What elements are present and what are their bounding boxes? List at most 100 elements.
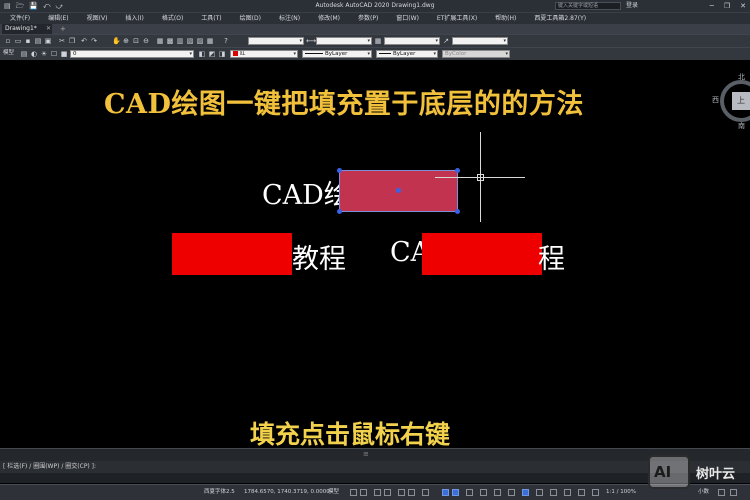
redo-tool-icon[interactable]: ↷ bbox=[90, 37, 98, 45]
mleader-style-icon[interactable]: ↗ bbox=[442, 37, 450, 45]
sheet-set-icon[interactable]: ▧ bbox=[186, 37, 194, 45]
menu-dimension[interactable]: 标注(N) bbox=[269, 13, 308, 24]
layer-previous-icon[interactable]: ◩ bbox=[208, 50, 216, 58]
search-input[interactable]: 键入关键字或短语 bbox=[555, 2, 621, 10]
dynamic-input-icon[interactable] bbox=[384, 489, 391, 496]
resize-grip-icon[interactable]: ≡ bbox=[363, 450, 369, 458]
command-input[interactable] bbox=[0, 473, 750, 483]
login-button[interactable]: 登录 bbox=[626, 0, 638, 12]
layer-select[interactable]: 0 ▾ bbox=[70, 50, 194, 58]
plotstyle-select[interactable]: ByColor ▾ bbox=[442, 50, 510, 58]
calculator-icon[interactable]: ▦ bbox=[206, 37, 214, 45]
hatch-fill-right[interactable] bbox=[422, 233, 542, 275]
annotation-scale-label[interactable]: 西夏字体2.5 bbox=[204, 485, 235, 500]
grip-bottom-left[interactable] bbox=[337, 209, 342, 214]
new-tab-icon[interactable]: + bbox=[60, 24, 66, 34]
command-line[interactable]: [ 栏选(F) / 圈围(WP) / 圈交(CP) ]: bbox=[0, 461, 750, 473]
tool-palettes-icon[interactable]: ▥ bbox=[176, 37, 184, 45]
menu-insert[interactable]: 插入(I) bbox=[115, 13, 151, 24]
menu-window[interactable]: 窗口(W) bbox=[386, 13, 427, 24]
undo-tool-icon[interactable]: ↶ bbox=[80, 37, 88, 45]
grip-bottom-right[interactable] bbox=[455, 209, 460, 214]
compass-west[interactable]: 西 bbox=[712, 95, 719, 105]
hatch-fill-left[interactable] bbox=[172, 233, 292, 275]
zoom-previous-icon[interactable]: ⊖ bbox=[142, 37, 150, 45]
snap-icon[interactable] bbox=[360, 489, 367, 496]
minimize-icon[interactable]: ─ bbox=[710, 0, 714, 12]
menu-xixia-toolbox[interactable]: 西夏工具箱2.87(Y) bbox=[524, 13, 594, 24]
dim-style-select[interactable]: ▾ bbox=[316, 37, 372, 45]
tab-close-icon[interactable]: ✕ bbox=[46, 24, 51, 34]
table-style-icon[interactable]: ▦ bbox=[374, 37, 382, 45]
auto-scale-icon[interactable] bbox=[564, 489, 571, 496]
annotation-visibility-icon[interactable] bbox=[550, 489, 557, 496]
layer-lock-icon[interactable]: ☐ bbox=[50, 50, 58, 58]
ortho-icon[interactable] bbox=[398, 489, 405, 496]
scale-readout[interactable]: 1:1 / 100% bbox=[606, 485, 636, 500]
help-icon[interactable]: ? bbox=[222, 37, 230, 45]
copy-icon[interactable]: ❐ bbox=[68, 37, 76, 45]
menu-file[interactable]: 文件(F) bbox=[0, 13, 38, 24]
menu-modify[interactable]: 修改(M) bbox=[308, 13, 348, 24]
mleader-style-select[interactable]: ▾ bbox=[452, 37, 508, 45]
compass-south[interactable]: 南 bbox=[738, 121, 745, 131]
menu-draw[interactable]: 绘图(D) bbox=[230, 13, 269, 24]
pan-icon[interactable]: ✋ bbox=[112, 37, 121, 45]
drawing-canvas[interactable]: CAD绘图一键把填充置于底层的的方法 CAD绘 教程 CA 程 上 北 西 南 … bbox=[0, 60, 750, 448]
text-style-select[interactable]: ▾ bbox=[248, 37, 304, 45]
zoom-window-icon[interactable]: ⊡ bbox=[132, 37, 140, 45]
grip-top-left[interactable] bbox=[337, 168, 342, 173]
menu-express-tools[interactable]: ET扩展工具(X) bbox=[427, 13, 485, 24]
text-line-1[interactable]: CAD绘 bbox=[262, 173, 351, 212]
grid-icon[interactable] bbox=[350, 489, 357, 496]
preview-icon[interactable]: ▣ bbox=[44, 37, 52, 45]
model-space-button[interactable]: 模型 bbox=[328, 485, 339, 500]
infer-icon[interactable] bbox=[374, 489, 381, 496]
make-current-icon[interactable]: ◧ bbox=[198, 50, 206, 58]
selection-cycling-icon[interactable] bbox=[494, 489, 501, 496]
3d-osnap-icon[interactable] bbox=[508, 489, 515, 496]
markup-icon[interactable]: ▨ bbox=[196, 37, 204, 45]
compass-north[interactable]: 北 bbox=[738, 72, 745, 82]
menu-tools[interactable]: 工具(T) bbox=[191, 13, 229, 24]
cut-icon[interactable]: ✂ bbox=[58, 37, 66, 45]
print-icon[interactable]: ▤ bbox=[34, 37, 42, 45]
text-line-2-left[interactable]: 教程 bbox=[292, 237, 346, 276]
layer-color-icon[interactable]: ■ bbox=[60, 50, 68, 58]
layer-state-icon[interactable]: ◐ bbox=[30, 50, 38, 58]
new-file-icon[interactable]: ▫ bbox=[4, 37, 12, 45]
menu-edit[interactable]: 编辑(E) bbox=[38, 13, 76, 24]
isolate-icon[interactable] bbox=[592, 489, 599, 496]
text-line-2-right[interactable]: 程 bbox=[538, 237, 565, 276]
save-file-icon[interactable]: ▪ bbox=[24, 37, 32, 45]
close-icon[interactable]: ✕ bbox=[740, 0, 746, 12]
dim-style-icon[interactable]: ⟷ bbox=[306, 37, 316, 45]
object-snap-icon[interactable] bbox=[442, 489, 449, 496]
object-snap-tracking-icon[interactable] bbox=[452, 489, 459, 496]
viewcube[interactable]: 上 北 西 南 bbox=[712, 72, 750, 139]
grip-top-right[interactable] bbox=[455, 168, 460, 173]
menu-view[interactable]: 视图(V) bbox=[77, 13, 116, 24]
layer-properties-icon[interactable]: ▤ bbox=[20, 50, 28, 58]
menu-help[interactable]: 帮助(H) bbox=[485, 13, 524, 24]
zoom-realtime-icon[interactable]: ⊕ bbox=[122, 37, 130, 45]
layer-match-icon[interactable]: ◨ bbox=[218, 50, 226, 58]
color-select[interactable]: 红 ▾ bbox=[230, 50, 298, 58]
transparency-icon[interactable] bbox=[480, 489, 487, 496]
table-style-select[interactable]: ▾ bbox=[384, 37, 440, 45]
menu-format[interactable]: 格式(O) bbox=[152, 13, 191, 24]
workspace-icon[interactable] bbox=[578, 489, 585, 496]
lineweight-select[interactable]: ByLayer ▾ bbox=[376, 50, 438, 58]
grip-center[interactable] bbox=[396, 188, 401, 193]
menu-parametric[interactable]: 参数(P) bbox=[348, 13, 386, 24]
properties-icon[interactable]: ▦ bbox=[156, 37, 164, 45]
open-file-icon[interactable]: ▭ bbox=[14, 37, 22, 45]
polar-icon[interactable] bbox=[408, 489, 415, 496]
ucs-icon[interactable] bbox=[522, 489, 529, 496]
tab-drawing1[interactable]: Drawing1* ✕ bbox=[2, 24, 52, 34]
lineweight-icon[interactable] bbox=[466, 489, 473, 496]
maximize-icon[interactable]: ❐ bbox=[724, 0, 730, 12]
viewcube-top-face[interactable]: 上 bbox=[732, 92, 750, 110]
linetype-select[interactable]: ByLayer ▾ bbox=[302, 50, 372, 58]
isodraft-icon[interactable] bbox=[422, 489, 429, 496]
